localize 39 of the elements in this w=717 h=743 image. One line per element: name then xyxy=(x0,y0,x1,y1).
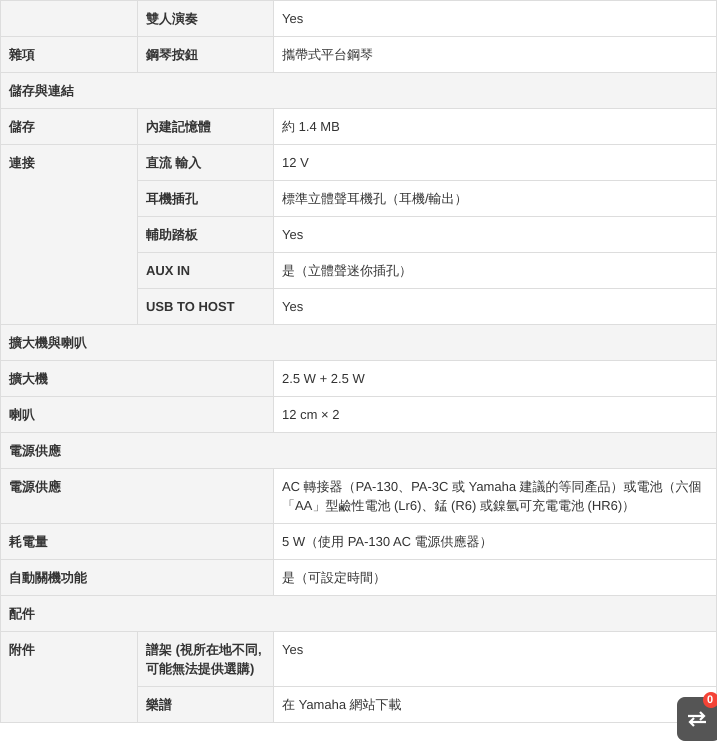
spec-value: 是（可設定時間） xyxy=(274,560,716,596)
spec-label: 耳機插孔 xyxy=(138,180,274,216)
spec-category: 自動關機功能 xyxy=(0,560,274,596)
swap-icon xyxy=(687,711,707,727)
spec-label: 樂譜 xyxy=(138,686,274,722)
section-heading: 配件 xyxy=(0,596,716,632)
spec-category: 耗電量 xyxy=(0,524,274,560)
spec-label: USB TO HOST xyxy=(138,288,274,324)
spec-category: 連接 xyxy=(0,144,138,324)
spec-value: 標準立體聲耳機孔（耳機/輸出） xyxy=(274,180,716,216)
spec-label: 內建記憶體 xyxy=(138,108,274,144)
spec-label: AUX IN xyxy=(138,252,274,288)
spec-value: Yes xyxy=(274,632,716,686)
compare-button[interactable] xyxy=(677,697,717,741)
section-heading: 擴大機與喇叭 xyxy=(0,324,716,360)
spec-label: 直流 輸入 xyxy=(138,144,274,180)
spec-label: 譜架 (視所在地不同, 可能無法提供選購) xyxy=(138,632,274,686)
section-heading: 電源供應 xyxy=(0,432,716,468)
spec-label: 雙人演奏 xyxy=(138,0,274,36)
spec-value: 約 1.4 MB xyxy=(274,108,716,144)
spec-value: 12 V xyxy=(274,144,716,180)
spec-category: 電源供應 xyxy=(0,468,274,524)
spec-category: 雜項 xyxy=(0,36,138,72)
spec-category: 儲存 xyxy=(0,108,138,144)
spec-value: 2.5 W + 2.5 W xyxy=(274,360,716,396)
spec-category: 喇叭 xyxy=(0,396,274,432)
spec-value: Yes xyxy=(274,216,716,252)
spec-value: 是（立體聲迷你插孔） xyxy=(274,252,716,288)
spec-value: 攜帶式平台鋼琴 xyxy=(274,36,716,72)
spec-value: Yes xyxy=(274,288,716,324)
spec-value: AC 轉接器（PA-130、PA-3C 或 Yamaha 建議的等同產品）或電池（六個「AA」型鹼性電池 (Lr6)、錳 (R6) 或鎳氫可充電電池 (HR6)） xyxy=(274,468,716,524)
spec-category: 附件 xyxy=(0,632,138,722)
spec-label: 輔助踏板 xyxy=(138,216,274,252)
spec-value: 5 W（使用 PA-130 AC 電源供應器） xyxy=(274,524,716,560)
spec-value: Yes xyxy=(274,0,716,36)
section-heading: 儲存與連結 xyxy=(0,72,716,108)
spec-value: 12 cm × 2 xyxy=(274,396,716,432)
spec-label: 鋼琴按鈕 xyxy=(138,36,274,72)
spec-category: 擴大機 xyxy=(0,360,274,396)
